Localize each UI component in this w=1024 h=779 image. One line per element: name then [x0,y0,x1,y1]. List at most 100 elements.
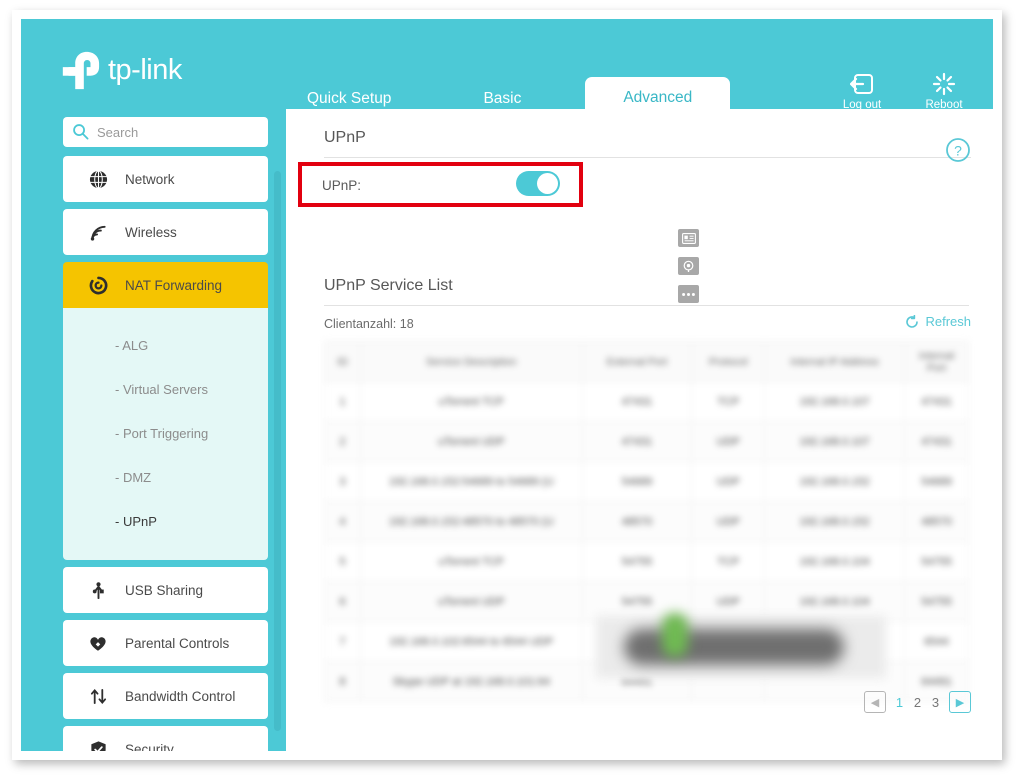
page-number-2[interactable]: 2 [913,695,922,710]
submenu-item-upnp[interactable]: - UPnP [63,500,268,544]
page-number-3[interactable]: 3 [931,695,940,710]
sidebar-item-network[interactable]: Network [63,156,268,202]
cell-protocol: UDP [691,461,766,502]
cell-int-port: 6544 [904,621,969,662]
service-list-title: UPnP Service List [324,277,969,306]
circle-badge-icon[interactable] [678,257,699,275]
table-row[interactable]: 3 192.168.0.152:54689 to 54689 (U 54689 … [324,461,969,502]
cell-ext-port: 54755 [581,581,693,622]
svg-text:?: ? [954,143,962,159]
shield-icon [87,740,109,751]
table-row[interactable]: 5 uTorrent TCP 54755 TCP 192.168.0.104 5… [324,541,969,582]
pagination: ◀ 1 2 3 ▶ [864,691,971,713]
wifi-icon [87,223,109,242]
cell-desc: uTorrent UDP [359,421,583,462]
header-actions: Log out Reboot [835,71,971,111]
refresh-button[interactable]: Refresh [905,314,971,329]
sidebar-item-label: Security [125,741,174,752]
sidebar-item-wireless[interactable]: Wireless [63,209,268,255]
id-card-icon[interactable] [678,229,699,247]
reboot-button[interactable]: Reboot [917,71,971,111]
router-admin-page: tp-link Quick Setup Basic Advanced Log o… [21,19,993,751]
cell-ext-port: 6544 [581,621,693,662]
cell-internal-ip: 192.168.0.107 [764,381,906,422]
cell-desc: uTorrent TCP [359,541,583,582]
cell-protocol: UDP [691,501,766,542]
column-header-id: ID [324,341,361,382]
cell-internal-ip: 192.168.0.152 [764,461,906,502]
column-header-service-description: Service Description [359,341,583,382]
cell-int-port: 48570 [904,501,969,542]
sidebar-scrollbar[interactable] [274,171,281,731]
sidebar-item-label: Parental Controls [125,635,230,651]
cell-desc: uTorrent TCP [359,381,583,422]
submenu-item-port-triggering[interactable]: - Port Triggering [63,412,268,456]
cell-int-port: 47431 [904,421,969,462]
table-body: 1 uTorrent TCP 47431 TCP 192.168.0.107 4… [324,381,969,702]
upnp-toggle-knob [537,173,558,194]
submenu-item-virtual-servers[interactable]: - Virtual Servers [63,368,268,412]
nat-icon [87,276,109,295]
chevron-left-icon[interactable]: ◀ [864,691,886,713]
search-icon [73,124,89,140]
table-row[interactable]: 7 192.168.0.102:6544 to 6544 UDP 6544 65… [324,621,969,662]
cell-protocol: TCP [691,381,766,422]
sidebar-item-label: Bandwidth Control [125,688,236,704]
refresh-label: Refresh [925,314,971,329]
cell-internal-ip: 192.168.0.152 [764,501,906,542]
sidebar-item-label: NAT Forwarding [125,277,223,293]
updown-arrows-icon [87,687,109,706]
upnp-service-table-wrapper: ID Service Description External Port Pro… [324,341,969,702]
cell-id: 1 [324,381,361,422]
logout-button[interactable]: Log out [835,71,889,111]
cell-internal-ip [764,621,906,662]
cell-id: 5 [324,541,361,582]
cell-internal-ip: 192.168.0.104 [764,581,906,622]
sidebar-item-label: USB Sharing [125,582,204,598]
cell-protocol: UDP [691,421,766,462]
heart-icon [87,634,109,653]
sidebar-item-label: Network [125,171,175,187]
sidebar-item-nat-forwarding[interactable]: NAT Forwarding [63,262,268,308]
sidebar-item-usb-sharing[interactable]: USB Sharing [63,567,268,613]
table-row[interactable]: 4 192.168.0.152:48570 to 48570 (U 48570 … [324,501,969,542]
tp-link-logo-mark [62,51,100,90]
submenu-item-alg[interactable]: - ALG [63,324,268,368]
browser-window-frame: tp-link Quick Setup Basic Advanced Log o… [12,10,1002,760]
table-row[interactable]: 2 uTorrent UDP 47431 UDP 192.168.0.107 4… [324,421,969,462]
upnp-label: UPnP: [322,177,362,193]
sidebar-item-label: Wireless [125,224,177,240]
cell-id: 8 [324,661,361,702]
cell-int-port: 54755 [904,581,969,622]
page-header: tp-link Quick Setup Basic Advanced Log o… [21,19,993,119]
page-number-1[interactable]: 1 [895,695,904,710]
logo-text: tp-link [108,53,182,86]
help-icon[interactable]: ? [945,137,971,168]
search-box[interactable] [63,117,268,147]
cell-ext-port: 54689 [581,461,693,502]
submenu-item-dmz[interactable]: - DMZ [63,456,268,500]
column-header-external-port: External Port [581,341,693,382]
usb-icon [87,581,109,600]
upnp-setting-row-wrapper: UPnP: [298,162,971,220]
upnp-toggle[interactable] [516,171,560,196]
cell-desc: uTorrent UDP [359,581,583,622]
chevron-right-icon[interactable]: ▶ [949,691,971,713]
sidebar: Network Wireless [21,109,286,751]
cell-int-port: 54755 [904,541,969,582]
cell-ext-port: 48570 [581,501,693,542]
cell-protocol: TCP [691,541,766,582]
cell-id: 6 [324,581,361,622]
upnp-setting-row: UPnP: [304,168,574,202]
cell-id: 3 [324,461,361,502]
sidebar-item-security[interactable]: Security [63,726,268,751]
nat-forwarding-submenu: - ALG - Virtual Servers - Port Triggerin… [63,308,268,560]
column-header-internal-port: Internal Port [904,341,969,382]
table-header-row: ID Service Description External Port Pro… [324,341,969,382]
table-row[interactable]: 1 uTorrent TCP 47431 TCP 192.168.0.107 4… [324,381,969,422]
search-input[interactable] [97,124,257,140]
logout-icon [850,74,873,94]
sidebar-item-bandwidth-control[interactable]: Bandwidth Control [63,673,268,719]
table-row[interactable]: 6 uTorrent UDP 54755 UDP 192.168.0.104 5… [324,581,969,622]
sidebar-item-parental-controls[interactable]: Parental Controls [63,620,268,666]
